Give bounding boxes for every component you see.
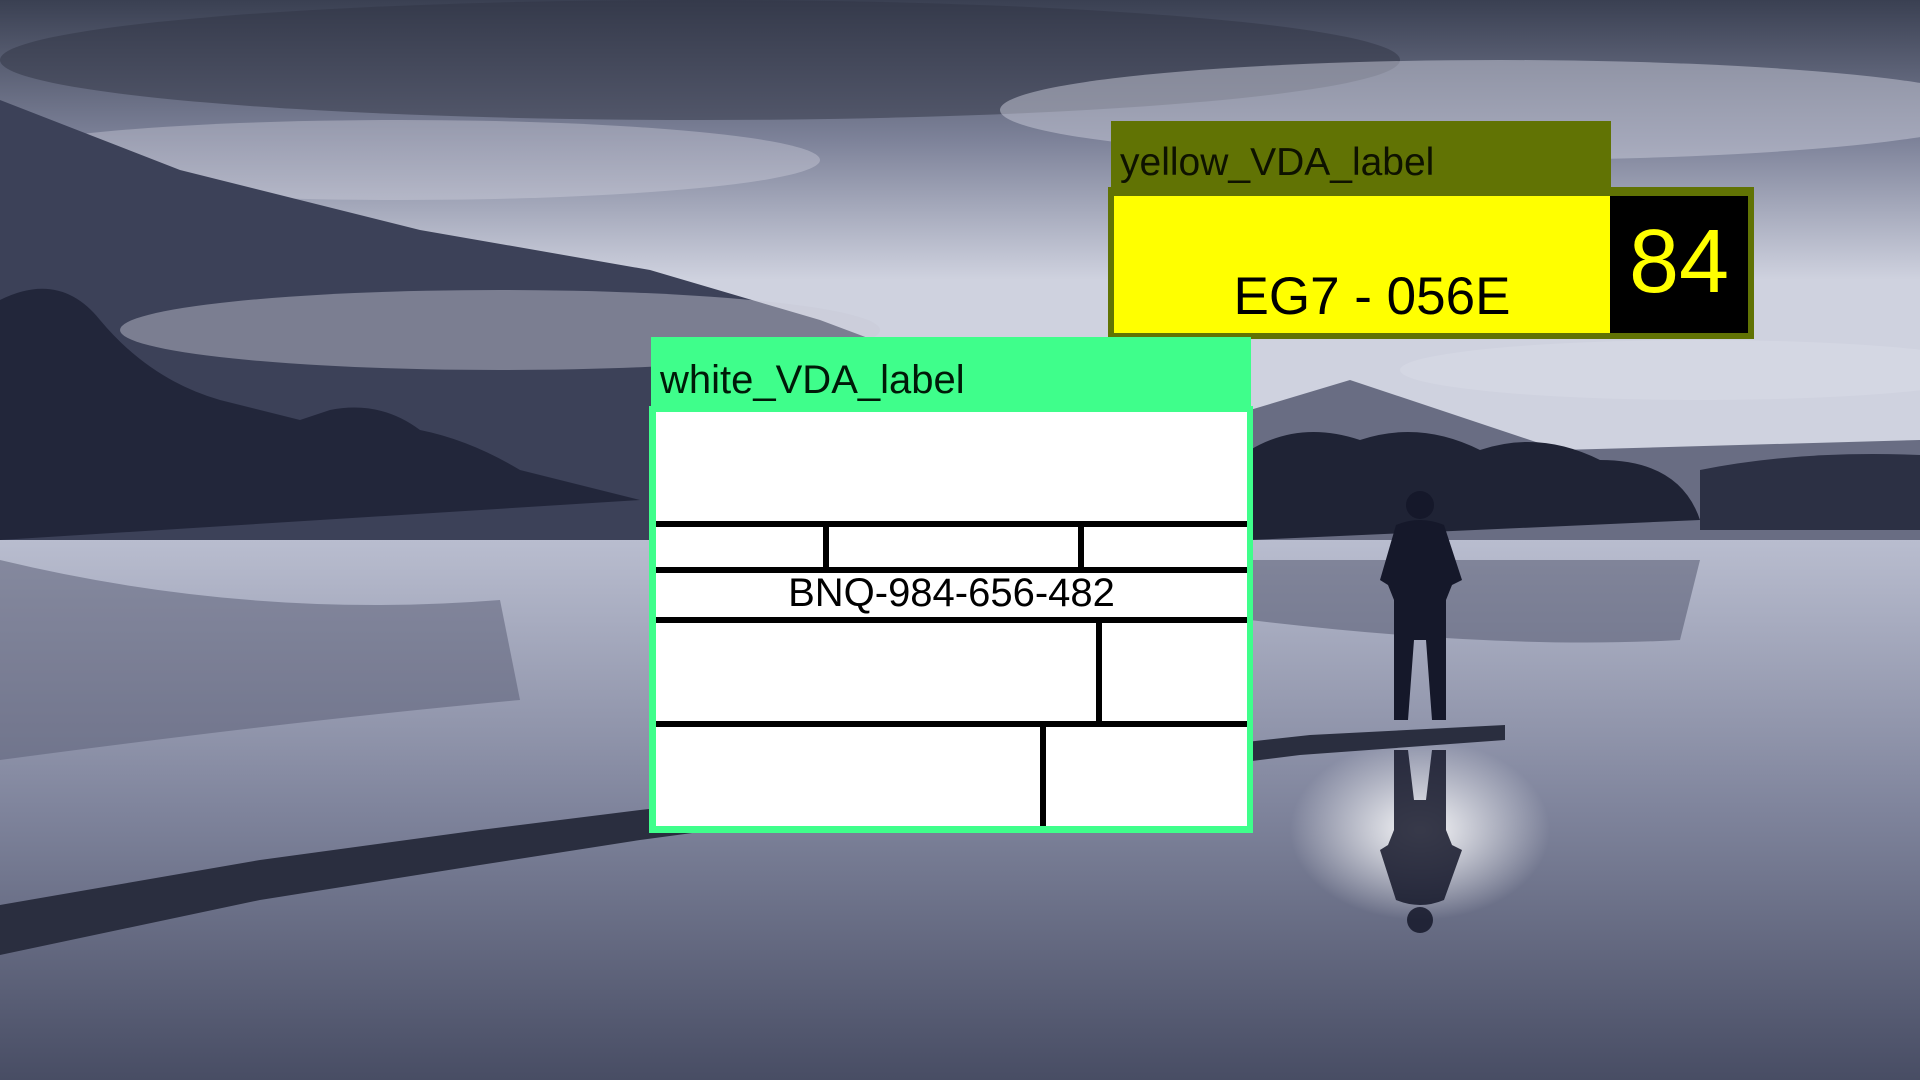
white-label-title: white_VDA_label	[660, 358, 965, 402]
yellow-label-number: 84	[1628, 212, 1730, 312]
yellow-label-title: yellow_VDA_label	[1120, 141, 1435, 184]
white-label-divider	[1078, 521, 1084, 567]
white-label-divider	[1040, 721, 1046, 826]
white-label-divider	[656, 521, 1247, 527]
yellow-label-header[interactable]: yellow_VDA_label	[1111, 121, 1611, 191]
white-label-code: BNQ-984-656-482	[788, 571, 1115, 615]
white-label-header[interactable]: white_VDA_label	[651, 337, 1251, 411]
white-label-body[interactable]: BNQ-984-656-482	[656, 412, 1247, 826]
white-label-divider	[1096, 617, 1102, 721]
yellow-label-code: EG7 - 056E	[1233, 267, 1511, 326]
white-label-divider	[656, 721, 1247, 727]
white-label-divider	[656, 617, 1247, 623]
yellow-label-number-box: 84	[1610, 196, 1748, 333]
white-label-divider	[823, 521, 829, 567]
yellow-label-body[interactable]: EG7 - 056E	[1114, 196, 1610, 333]
